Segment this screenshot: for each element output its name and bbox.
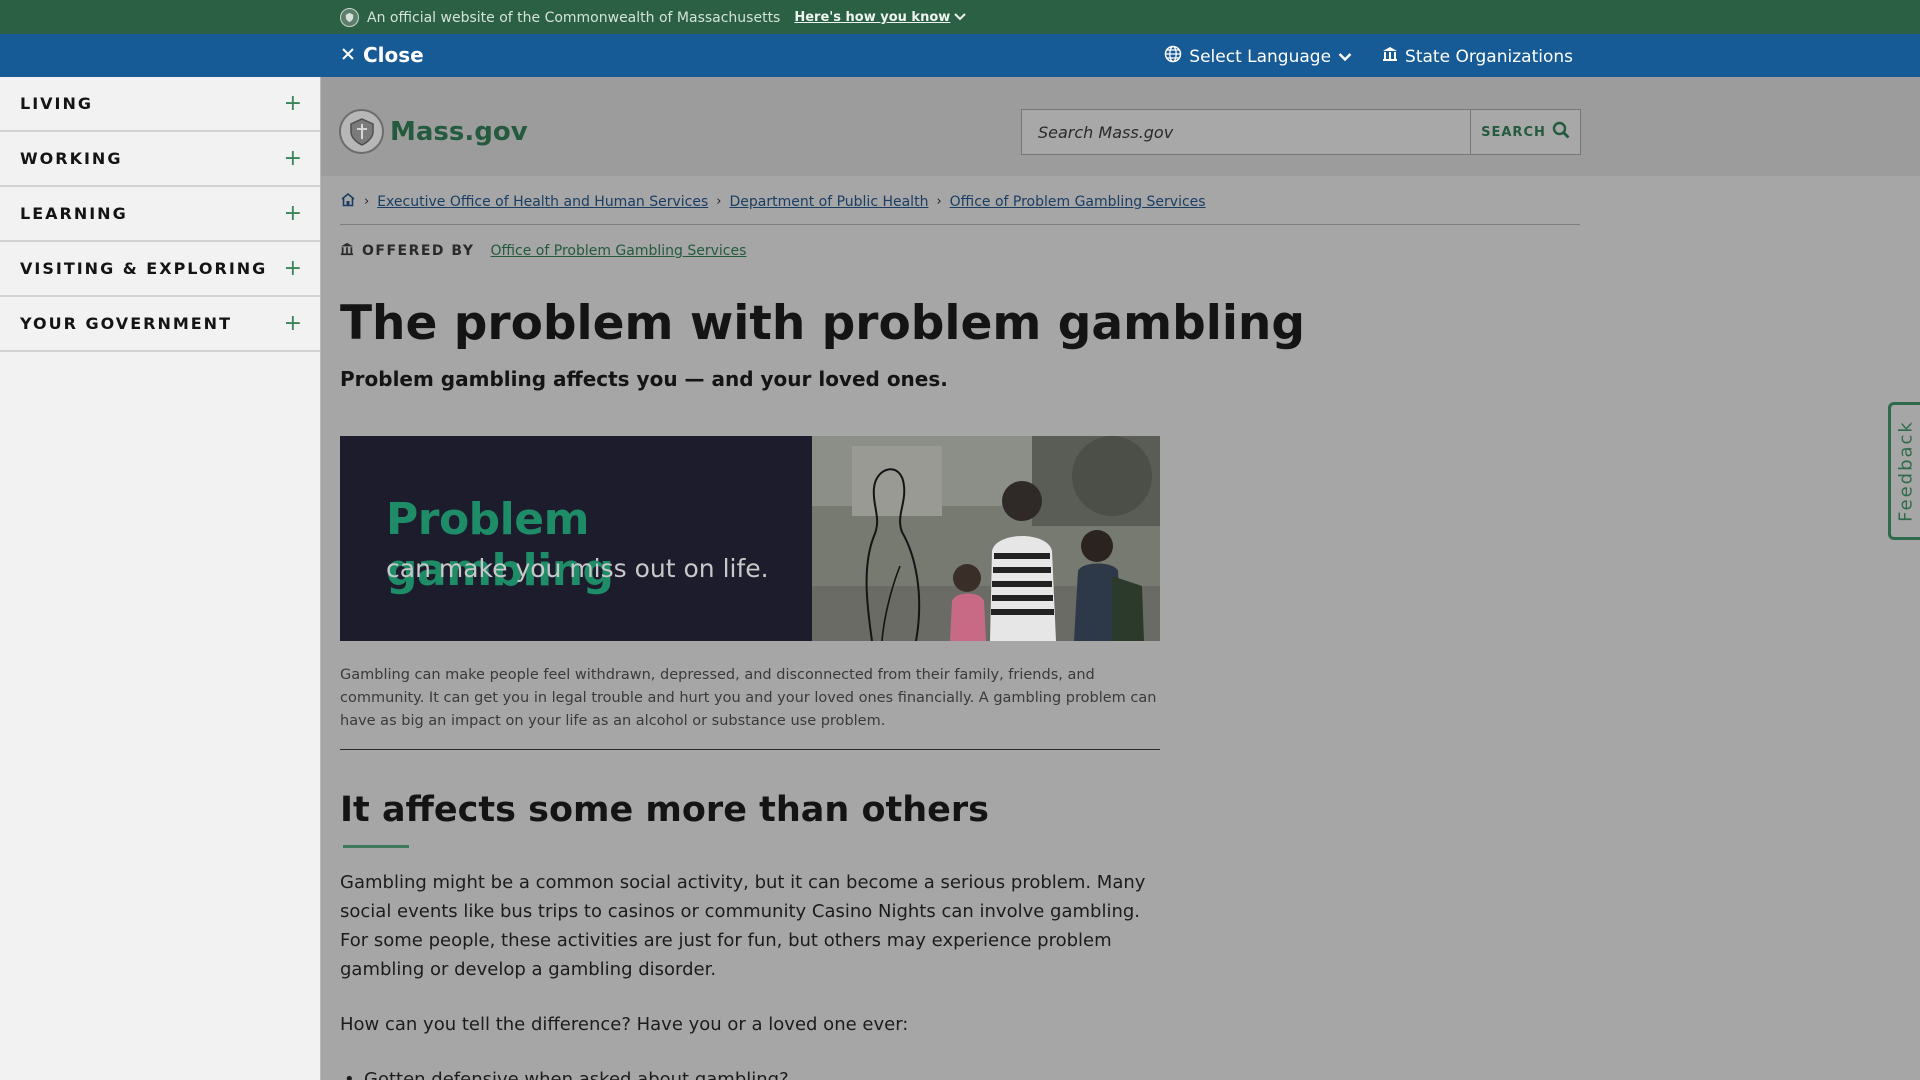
chevron-down-icon <box>954 10 966 25</box>
breadcrumb-divider <box>340 224 1580 225</box>
hero-text-panel: Problem gambling can make you miss out o… <box>340 436 812 641</box>
mass-gov-logo[interactable]: Mass.gov <box>339 109 528 154</box>
search-input[interactable] <box>1021 109 1471 155</box>
plus-icon: + <box>283 200 302 226</box>
utility-nav: Close Select Language State Organization… <box>0 34 1920 77</box>
side-nav-label: YOUR GOVERNMENT <box>20 314 232 333</box>
side-nav-label: LEARNING <box>20 204 128 223</box>
breadcrumb: › Executive Office of Health and Human S… <box>340 192 1206 211</box>
plus-icon: + <box>283 145 302 171</box>
logo-text: Mass.gov <box>390 116 528 147</box>
search-button[interactable]: SEARCH <box>1471 109 1581 155</box>
search-icon <box>1552 121 1570 143</box>
globe-icon <box>1164 45 1182 68</box>
search-button-label: SEARCH <box>1481 124 1546 140</box>
caption-divider <box>340 749 1160 750</box>
side-nav-item-learning[interactable]: LEARNING + <box>0 187 320 242</box>
chevron-right-icon: › <box>716 194 722 209</box>
hero-subline: can make you miss out on life. <box>386 554 769 583</box>
close-label: Close <box>363 43 424 67</box>
hero-photo <box>812 436 1160 641</box>
body-paragraph: How can you tell the difference? Have yo… <box>340 1014 909 1035</box>
hero-caption: Gambling can make people feel withdrawn,… <box>340 667 1157 729</box>
page-subtitle: Problem gambling affects you — and your … <box>340 367 948 391</box>
official-banner: An official website of the Commonwealth … <box>0 0 1920 34</box>
select-language-button[interactable]: Select Language <box>1164 45 1352 68</box>
chevron-right-icon: › <box>936 194 942 209</box>
side-nav-item-government[interactable]: YOUR GOVERNMENT + <box>0 297 320 352</box>
feedback-label: Feedback <box>1895 420 1916 522</box>
search-form: SEARCH <box>1021 109 1581 155</box>
side-nav-label: VISITING & EXPLORING <box>20 259 268 278</box>
how-you-know-label: Here's how you know <box>794 10 951 25</box>
plus-icon: + <box>283 255 302 281</box>
building-icon <box>1382 46 1398 67</box>
breadcrumb-link-dph[interactable]: Department of Public Health <box>729 194 928 210</box>
breadcrumb-link-eohhs[interactable]: Executive Office of Health and Human Ser… <box>377 194 708 210</box>
state-organizations-label: State Organizations <box>1405 46 1573 67</box>
state-organizations-button[interactable]: State Organizations <box>1382 46 1573 67</box>
side-nav-item-working[interactable]: WORKING + <box>0 132 320 187</box>
plus-icon: + <box>283 90 302 116</box>
body-paragraph: Gambling might be a common social activi… <box>340 872 1146 980</box>
site-header: Mass.gov SEARCH <box>321 77 1920 176</box>
how-you-know-link[interactable]: Here's how you know <box>794 10 966 25</box>
home-icon[interactable] <box>340 192 356 211</box>
seal-icon <box>339 109 384 154</box>
heading-underline <box>343 845 409 848</box>
section-heading: It affects some more than others <box>340 790 990 830</box>
side-nav-item-visiting[interactable]: VISITING & EXPLORING + <box>0 242 320 297</box>
list-item: Gotten defensive when asked about gambli… <box>340 1065 1160 1080</box>
offered-by: OFFERED BY Office of Problem Gambling Se… <box>340 242 746 260</box>
close-button[interactable]: Close <box>340 43 424 67</box>
page-title: The problem with problem gambling <box>340 296 1306 351</box>
select-language-label: Select Language <box>1189 46 1332 67</box>
offered-by-link[interactable]: Office of Problem Gambling Services <box>490 243 746 259</box>
chevron-down-icon <box>1338 47 1352 67</box>
seal-icon <box>340 8 359 27</box>
side-nav-label: WORKING <box>20 149 123 168</box>
offered-by-label: OFFERED BY <box>362 243 475 259</box>
breadcrumb-link-opgs[interactable]: Office of Problem Gambling Services <box>950 194 1206 210</box>
building-icon <box>340 242 354 260</box>
side-nav-label: LIVING <box>20 94 94 113</box>
close-icon <box>340 43 356 67</box>
chevron-right-icon: › <box>364 194 370 209</box>
official-banner-text: An official website of the Commonwealth … <box>367 9 781 26</box>
side-nav: LIVING + WORKING + LEARNING + VISITING &… <box>0 77 321 1080</box>
hero-image: Problem gambling can make you miss out o… <box>340 436 1160 641</box>
plus-icon: + <box>283 310 302 336</box>
feedback-tab[interactable]: Feedback <box>1888 402 1920 540</box>
side-nav-item-living[interactable]: LIVING + <box>0 77 320 132</box>
